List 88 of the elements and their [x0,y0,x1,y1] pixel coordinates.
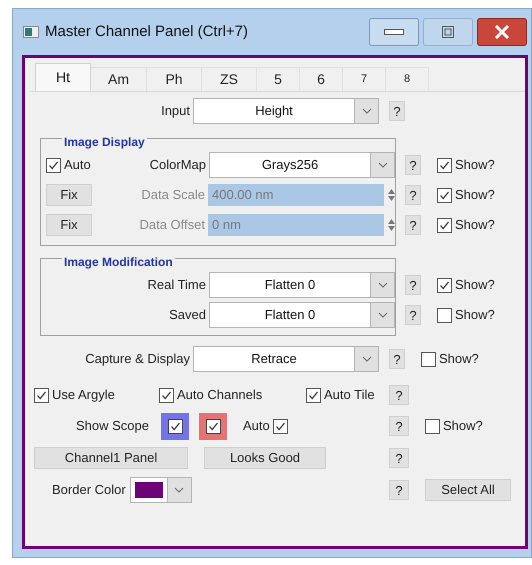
app-icon [23,26,39,38]
dropdown[interactable]: Grays256 [209,152,395,178]
checkbox[interactable] [437,278,452,292]
check-icon [439,190,450,200]
dropdown[interactable]: Height [193,98,379,124]
check-icon [274,420,286,432]
dropdown-caret-icon [174,487,184,493]
maximize-button[interactable] [423,18,473,46]
tab[interactable]: 8 [386,67,429,91]
show-label: Show? [455,186,495,204]
tab[interactable]: 7 [343,67,386,91]
show-label: Show? [455,276,495,294]
check-icon [36,390,47,400]
action-button[interactable]: Channel1 Panel [34,447,188,469]
help-button[interactable]: ? [405,305,421,325]
group-title: Image Modification [62,255,175,269]
tab[interactable]: Ht [35,63,91,91]
maximize-icon [442,26,454,38]
dropdown[interactable]: Flatten 0 [209,272,395,298]
field-label: Saved [169,306,206,324]
checkbox[interactable] [159,388,174,402]
check-icon [439,160,450,170]
dropdown-caret-icon [378,282,388,288]
help-button[interactable]: ? [389,101,405,121]
field-label: Data Offset [139,216,205,234]
checkbox[interactable] [306,388,321,402]
select-all-button[interactable]: Select All [425,479,511,501]
help-button[interactable]: ? [389,385,409,405]
help-button[interactable]: ? [405,155,421,175]
checkbox-label: Auto Channels [177,386,262,404]
action-button[interactable]: Looks Good [204,447,326,469]
checkbox[interactable] [437,158,452,172]
help-button[interactable]: ? [389,349,405,369]
checkbox-label: Auto Tile [324,386,375,404]
tab[interactable]: Ph [147,67,202,91]
checkbox[interactable] [421,352,436,366]
help-button[interactable]: ? [389,448,409,468]
help-button[interactable]: ? [389,480,409,500]
checkbox[interactable] [272,418,288,434]
scope-color-swatch[interactable] [199,412,227,440]
help-button[interactable]: ? [405,275,421,295]
minimize-button[interactable] [369,18,419,46]
dropdown-caret-icon [362,356,372,362]
color-dropdown[interactable] [130,477,192,503]
auto-label: Auto [64,156,91,174]
auto-label: Auto [243,417,270,436]
show-label: Show? [455,156,495,174]
field-label: Input [161,102,190,120]
spinner-arrows-icon[interactable] [388,218,395,232]
show-label: Show? [439,350,479,368]
checkbox[interactable] [46,158,61,172]
tab[interactable]: 6 [300,67,343,91]
tab[interactable]: 5 [257,67,300,91]
dropdown-caret-icon [378,162,388,168]
checkbox[interactable] [437,308,452,322]
field-label: ColorMap [150,156,206,174]
field-label: Capture & Display [85,350,190,368]
tab[interactable]: Am [91,67,147,91]
spinner-arrows-icon[interactable] [388,188,395,202]
show-label: Show? [455,306,495,324]
dropdown-caret-icon [362,108,372,114]
window-title: Master Channel Panel (Ctrl+7) [45,22,250,42]
dropdown-caret-icon [378,312,388,318]
dropdown[interactable]: Flatten 0 [209,302,395,328]
check-icon [439,220,450,230]
close-button[interactable] [477,18,527,46]
field-label: Data Scale [141,186,205,204]
close-icon [494,25,510,39]
minimize-icon [384,29,404,35]
show-label: Show? [455,216,495,234]
help-button[interactable]: ? [389,416,409,436]
dropdown[interactable]: Retrace [193,346,379,372]
field-label: Real Time [147,276,206,294]
show-label: Show? [443,417,483,436]
check-icon [308,390,319,400]
checkbox[interactable] [34,388,49,402]
checkbox-label: Use Argyle [52,386,115,404]
check-icon [206,418,220,434]
tab[interactable]: ZS [202,67,257,91]
check-icon [439,280,450,290]
field-label: Border Color [52,481,126,500]
check-icon [48,160,59,170]
scope-color-swatch[interactable] [161,412,189,440]
check-icon [161,390,172,400]
checkbox[interactable] [425,418,440,434]
group-title: Image Display [62,135,147,149]
field-label: Show Scope [76,417,149,436]
check-icon [168,418,182,434]
